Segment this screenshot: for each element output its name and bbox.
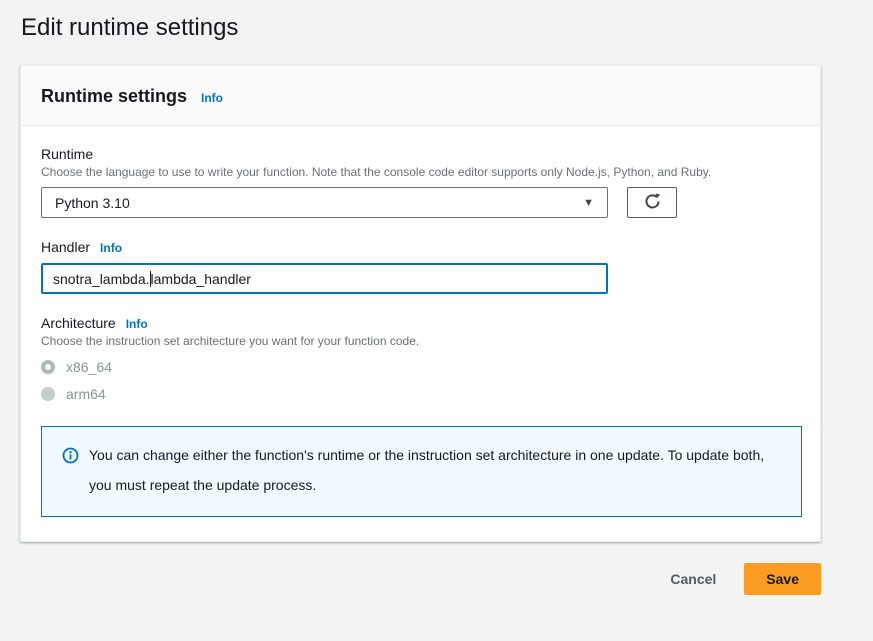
page-title: Edit runtime settings bbox=[21, 13, 873, 43]
panel-body: Runtime Choose the language to use to wr… bbox=[21, 126, 820, 541]
runtime-settings-panel: Runtime settings Info Runtime Choose the… bbox=[20, 65, 821, 542]
radio-option-x86_64[interactable]: x86_64 bbox=[41, 359, 800, 375]
runtime-selected-value: Python 3.10 bbox=[55, 195, 130, 211]
cancel-button[interactable]: Cancel bbox=[652, 564, 734, 594]
save-button[interactable]: Save bbox=[744, 563, 821, 595]
handler-input[interactable]: snotra_lambda.lambda_handler bbox=[41, 263, 608, 294]
refresh-runtimes-button[interactable] bbox=[627, 187, 677, 218]
refresh-icon bbox=[643, 192, 662, 214]
handler-field: Handler Info snotra_lambda.lambda_handle… bbox=[41, 239, 800, 294]
runtime-label: Runtime bbox=[41, 146, 800, 162]
info-alert: You can change either the function's run… bbox=[41, 426, 802, 517]
radio-label-arm64: arm64 bbox=[66, 386, 106, 402]
handler-value-after-cursor: lambda_handler bbox=[151, 271, 251, 287]
panel-header: Runtime settings Info bbox=[21, 66, 820, 126]
handler-label: Handler bbox=[41, 239, 90, 255]
radio-selected-disabled-icon bbox=[41, 360, 55, 374]
runtime-description: Choose the language to use to write your… bbox=[41, 165, 800, 179]
panel-title: Runtime settings bbox=[41, 86, 187, 107]
architecture-label: Architecture bbox=[41, 315, 116, 331]
radio-unselected-disabled-icon bbox=[41, 387, 55, 401]
handler-info-link[interactable]: Info bbox=[100, 241, 122, 255]
radio-label-x86_64: x86_64 bbox=[66, 359, 112, 375]
action-footer: Cancel Save bbox=[20, 563, 821, 595]
handler-value-before-cursor: snotra_lambda. bbox=[53, 271, 150, 287]
panel-info-link[interactable]: Info bbox=[201, 91, 223, 105]
info-alert-text: You can change either the function's run… bbox=[89, 440, 767, 500]
info-circle-icon bbox=[62, 447, 79, 500]
runtime-field: Runtime Choose the language to use to wr… bbox=[41, 146, 800, 218]
radio-option-arm64[interactable]: arm64 bbox=[41, 386, 800, 402]
architecture-description: Choose the instruction set architecture … bbox=[41, 334, 800, 348]
architecture-info-link[interactable]: Info bbox=[126, 317, 148, 331]
chevron-down-icon: ▼ bbox=[583, 197, 594, 209]
architecture-field: Architecture Info Choose the instruction… bbox=[41, 315, 800, 402]
runtime-select[interactable]: Python 3.10 ▼ bbox=[41, 187, 608, 218]
